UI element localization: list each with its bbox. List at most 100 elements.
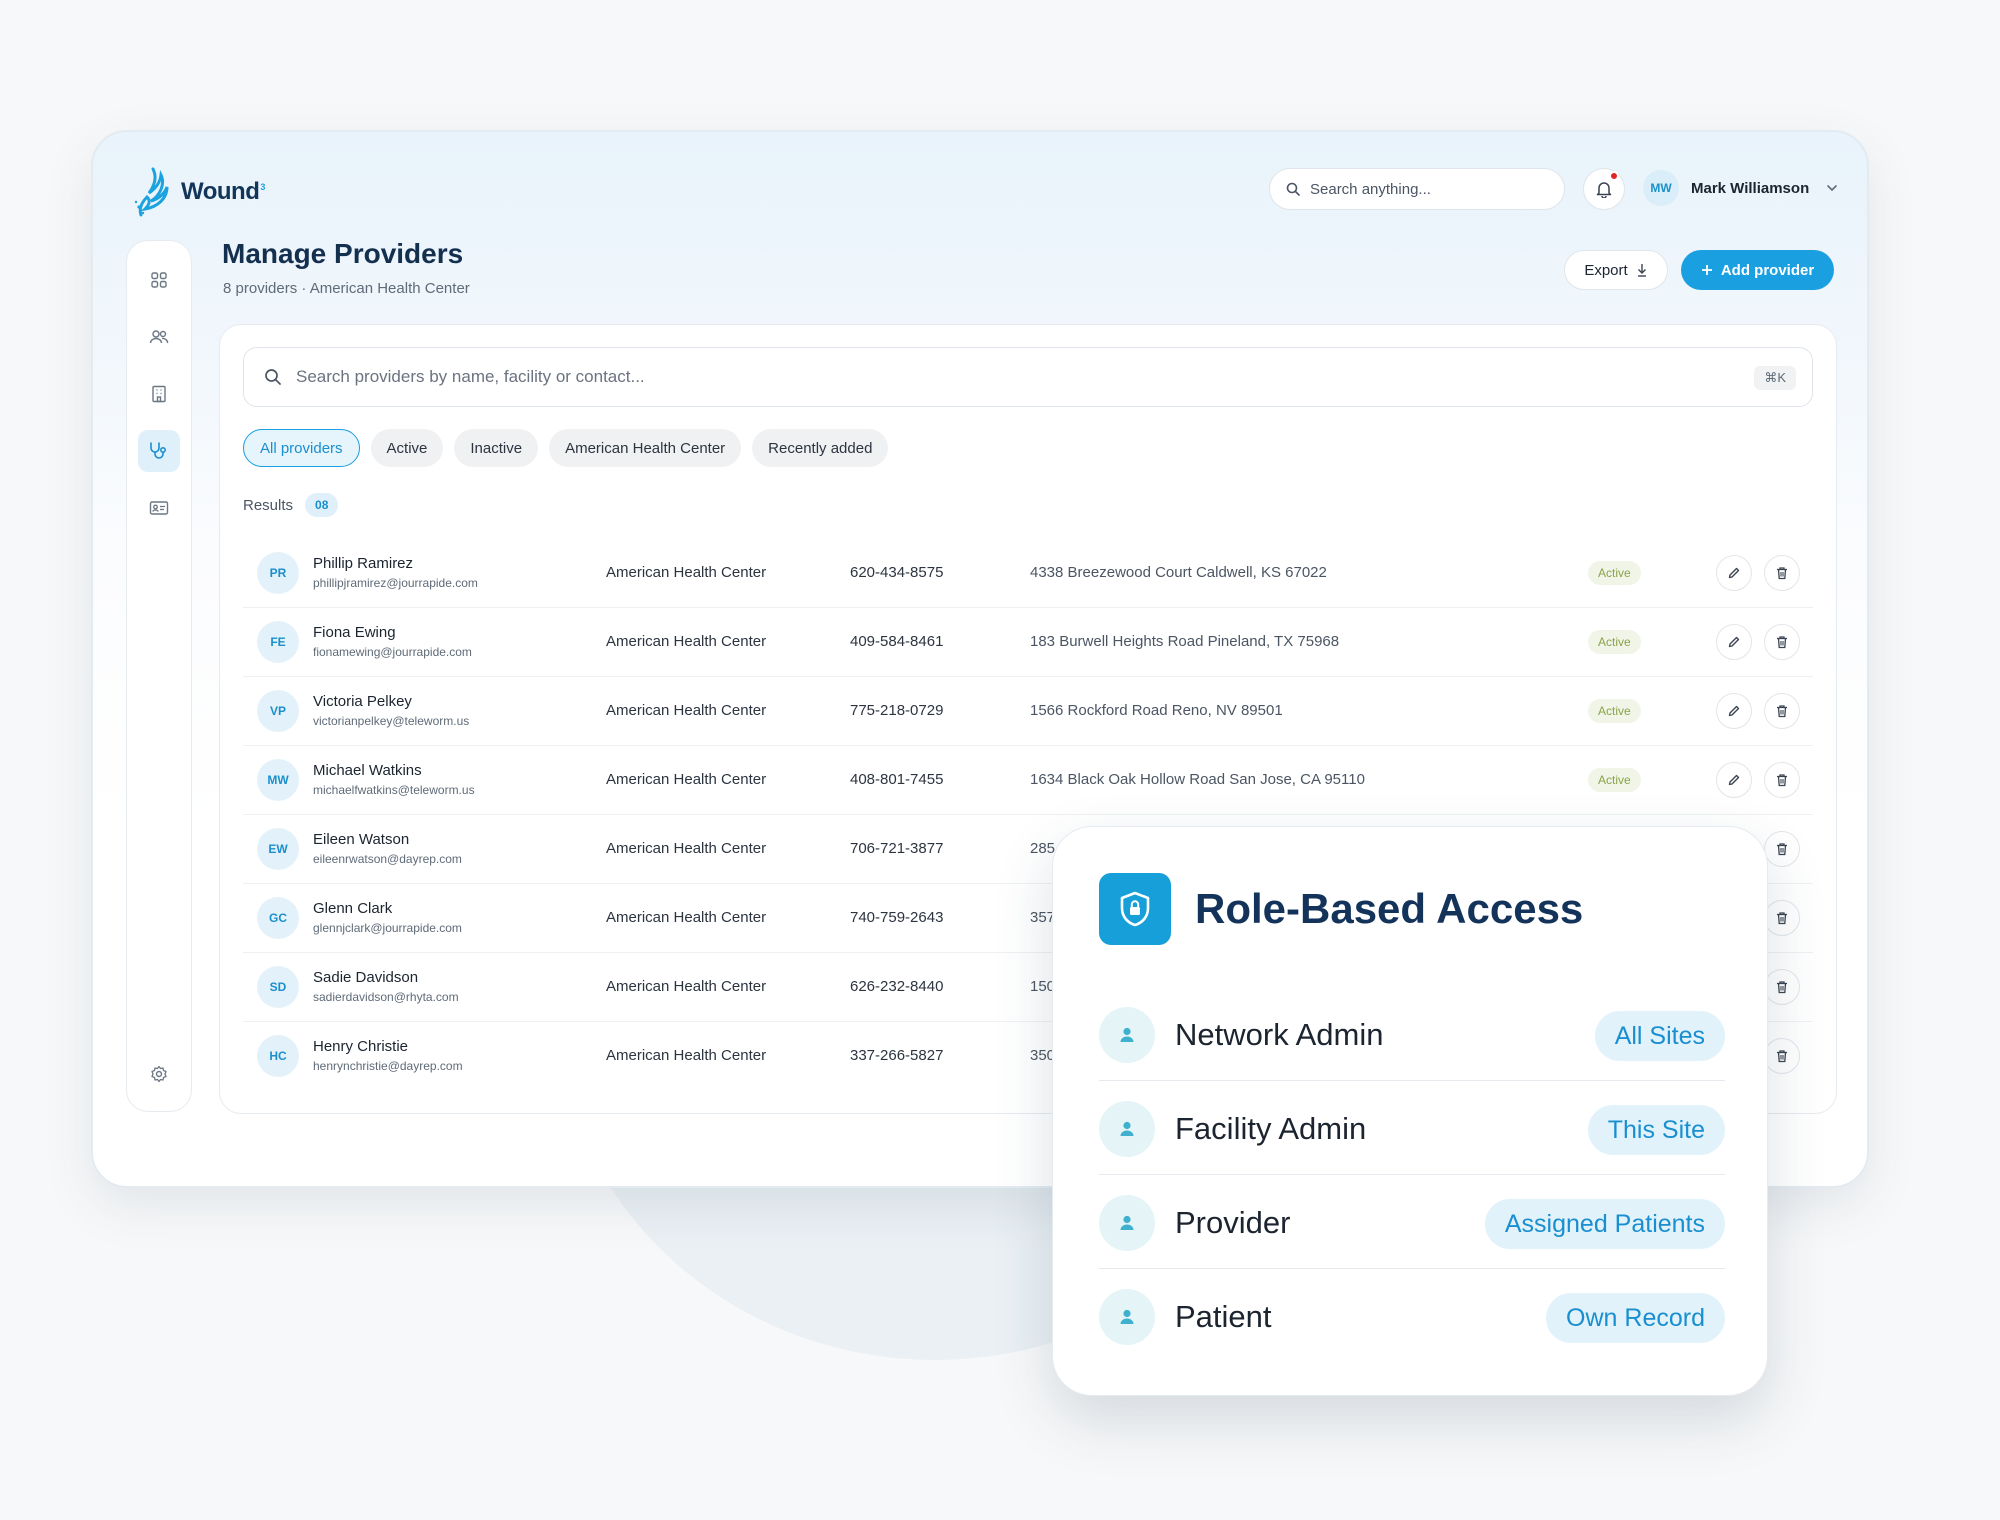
provider-name[interactable]: Glenn Clark	[313, 900, 392, 917]
gear-icon	[151, 1065, 167, 1083]
sidebar-item-users[interactable]	[138, 316, 180, 358]
delete-button[interactable]	[1764, 900, 1800, 936]
delete-button[interactable]	[1764, 969, 1800, 1005]
edit-button[interactable]	[1716, 555, 1752, 591]
filter-chip-recently-added[interactable]: Recently added	[752, 429, 889, 467]
provider-name[interactable]: Victoria Pelkey	[313, 693, 412, 710]
global-search-placeholder: Search anything...	[1310, 180, 1431, 198]
role-scope-badge: This Site	[1587, 1105, 1725, 1155]
filter-chip-all-providers[interactable]: All providers	[243, 429, 360, 467]
provider-avatar: GC	[257, 897, 299, 939]
delete-button[interactable]	[1764, 762, 1800, 798]
trash-icon	[1777, 1050, 1787, 1063]
table-row[interactable]: FE Fiona Ewing fionamewing@jourrapide.co…	[243, 608, 1813, 677]
delete-button[interactable]	[1764, 1038, 1800, 1074]
role-card-badge	[1099, 873, 1171, 945]
building-icon	[152, 385, 166, 403]
provider-phone: 337-266-5827	[850, 1047, 944, 1064]
provider-email: glennjclark@jourrapide.com	[313, 921, 462, 935]
role-icon	[1099, 1101, 1155, 1157]
role-based-access-card: Role-Based Access Network Admin All Site…	[1052, 826, 1768, 1396]
avatar: MW	[1643, 170, 1679, 206]
sidebar-item-providers[interactable]	[138, 430, 180, 472]
trash-icon	[1777, 567, 1787, 580]
table-row[interactable]: MW Michael Watkins michaelfwatkins@telew…	[243, 746, 1813, 815]
role-card-title: Role-Based Access	[1195, 885, 1584, 932]
provider-address: 1566 Rockford Road Reno, NV 89501	[1030, 702, 1283, 719]
chevron-down-icon	[1827, 185, 1838, 192]
sidebar-item-dashboard[interactable]	[138, 259, 180, 301]
role-scope-badge: Assigned Patients	[1484, 1199, 1725, 1249]
notification-dot	[1609, 171, 1619, 181]
person-icon	[1120, 1121, 1134, 1136]
edit-icon	[1728, 567, 1740, 579]
provider-email: sadierdavidson@rhyta.com	[313, 990, 459, 1004]
status-badge: Active	[1588, 630, 1641, 654]
logo-text: Wound3	[181, 178, 265, 205]
provider-name[interactable]: Henry Christie	[313, 1038, 408, 1055]
delete-button[interactable]	[1764, 831, 1800, 867]
shield-lock-icon	[1120, 891, 1150, 927]
table-row[interactable]: VP Victoria Pelkey victorianpelkey@telew…	[243, 677, 1813, 746]
person-icon	[1120, 1309, 1134, 1324]
provider-search-placeholder: Search providers by name, facility or co…	[296, 367, 645, 386]
provider-phone: 626-232-8440	[850, 978, 944, 995]
search-icon	[1286, 182, 1300, 196]
shortcut-hint: ⌘K	[1754, 366, 1796, 390]
provider-address: 1634 Black Oak Hollow Road San Jose, CA …	[1030, 771, 1365, 788]
logo[interactable]: Wound3	[133, 167, 265, 217]
provider-email: michaelfwatkins@teleworm.us	[313, 783, 475, 797]
sidebar-item-records[interactable]	[138, 487, 180, 529]
trash-icon	[1777, 843, 1787, 856]
role-label: Network Admin	[1175, 1017, 1384, 1052]
download-icon	[1637, 264, 1646, 277]
export-button[interactable]: Export	[1564, 250, 1668, 290]
provider-avatar: VP	[257, 690, 299, 732]
provider-search-input[interactable]: Search providers by name, facility or co…	[243, 347, 1813, 407]
edit-icon	[1728, 705, 1740, 717]
delete-button[interactable]	[1764, 555, 1800, 591]
results-label: Results	[243, 496, 294, 514]
status-badge: Active	[1588, 699, 1641, 723]
status-badge: Active	[1588, 561, 1641, 585]
provider-facility: American Health Center	[606, 702, 767, 719]
sidebar-item-facilities[interactable]	[138, 373, 180, 415]
provider-address: 285	[1030, 840, 1056, 857]
provider-name[interactable]: Eileen Watson	[313, 831, 409, 848]
id-card-icon	[149, 501, 169, 515]
trash-icon	[1777, 981, 1787, 994]
filter-chip-active[interactable]: Active	[370, 429, 444, 467]
provider-phone: 409-584-8461	[850, 633, 944, 650]
sidebar-item-settings[interactable]	[138, 1053, 180, 1095]
results-summary: Results 08	[243, 493, 339, 517]
person-icon	[1120, 1027, 1134, 1042]
provider-facility: American Health Center	[606, 633, 767, 650]
logo-icon	[134, 167, 169, 217]
user-menu[interactable]: MW Mark Williamson	[1643, 170, 1839, 206]
global-search-input[interactable]: Search anything...	[1269, 168, 1565, 210]
provider-address: 183 Burwell Heights Road Pineland, TX 75…	[1030, 633, 1340, 650]
provider-name[interactable]: Fiona Ewing	[313, 624, 396, 641]
filter-chip-inactive[interactable]: Inactive	[454, 429, 539, 467]
provider-name[interactable]: Phillip Ramirez	[313, 555, 413, 572]
notifications-button[interactable]	[1583, 168, 1625, 210]
edit-button[interactable]	[1716, 624, 1752, 660]
table-row[interactable]: PR Phillip Ramirez phillipjramirez@jourr…	[243, 539, 1813, 608]
add-provider-button[interactable]: Add provider	[1681, 250, 1834, 290]
delete-button[interactable]	[1764, 693, 1800, 729]
results-count: 08	[305, 493, 339, 517]
edit-button[interactable]	[1716, 762, 1752, 798]
provider-email: eileenrwatson@dayrep.com	[313, 852, 462, 866]
delete-button[interactable]	[1764, 624, 1800, 660]
provider-avatar: FE	[257, 621, 299, 663]
provider-phone: 620-434-8575	[850, 564, 944, 581]
filter-chip-facility[interactable]: American Health Center	[549, 429, 742, 467]
provider-facility: American Health Center	[606, 978, 767, 995]
provider-name[interactable]: Sadie Davidson	[313, 969, 418, 986]
edit-button[interactable]	[1716, 693, 1752, 729]
role-scope-badge: Own Record	[1546, 1293, 1725, 1343]
role-icon	[1099, 1195, 1155, 1251]
provider-name[interactable]: Michael Watkins	[313, 762, 422, 779]
role-card-header: Role-Based Access	[1099, 873, 1583, 945]
provider-phone: 408-801-7455	[850, 771, 944, 788]
